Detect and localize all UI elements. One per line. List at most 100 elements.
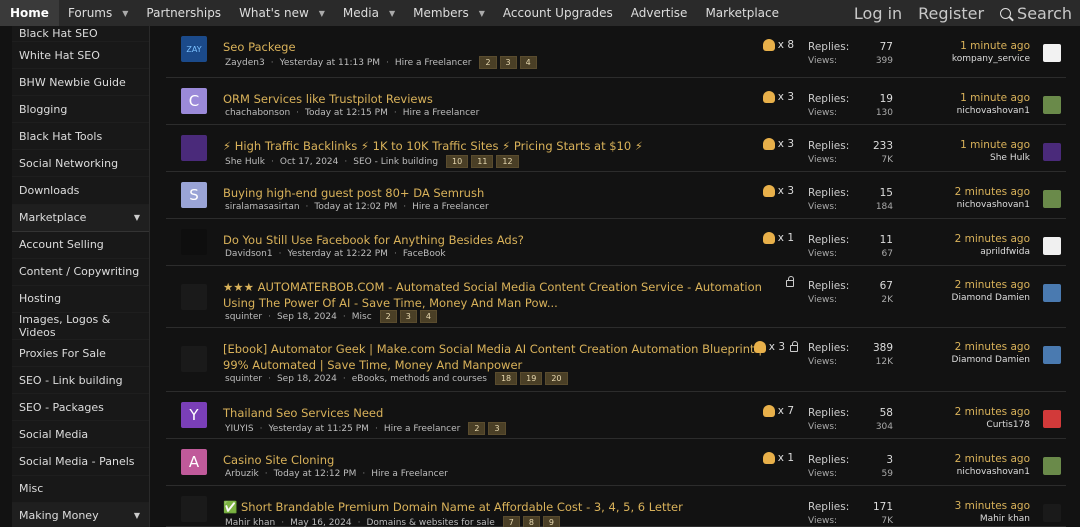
last-post-time[interactable]: 2 minutes ago <box>955 186 1030 200</box>
sidebar-item-blogging[interactable]: Blogging <box>12 96 149 124</box>
page-link[interactable]: 2 <box>479 56 497 69</box>
page-link[interactable]: 9 <box>542 516 561 527</box>
sidebar-item-social-networking[interactable]: Social Networking <box>12 150 149 178</box>
last-post-user[interactable]: nichovashovan1 <box>955 200 1030 214</box>
page-link[interactable]: 20 <box>545 372 568 385</box>
thread-author[interactable]: Davidson1 <box>225 249 273 259</box>
thread-author[interactable]: Mahir khan <box>225 518 275 527</box>
last-poster-avatar[interactable] <box>1043 284 1061 302</box>
thread-avatar[interactable] <box>181 496 207 522</box>
thread-avatar[interactable]: A <box>181 449 207 475</box>
last-post-user[interactable]: Diamond Damien <box>952 355 1030 369</box>
sidebar-item-white-hat-seo[interactable]: White Hat SEO <box>12 42 149 70</box>
last-post-time[interactable]: 2 minutes ago <box>955 453 1030 467</box>
sidebar-item-making-money[interactable]: Making Money ▼ <box>12 502 149 527</box>
last-post-time[interactable]: 1 minute ago <box>960 139 1030 153</box>
nav-item-account-upgrades[interactable]: Account Upgrades <box>494 0 622 26</box>
last-post-time[interactable]: 2 minutes ago <box>952 341 1030 355</box>
page-link[interactable]: 4 <box>419 310 437 323</box>
page-link[interactable]: 3 <box>399 310 417 323</box>
last-poster-avatar[interactable] <box>1043 96 1061 114</box>
thread-date[interactable]: May 16, 2024 <box>290 518 352 527</box>
thread-author[interactable]: She Hulk <box>225 157 265 167</box>
thread-title-link[interactable]: Thailand Seo Services Need <box>223 405 773 421</box>
last-post-time[interactable]: 1 minute ago <box>957 92 1030 106</box>
chevron-down-icon[interactable]: ▼ <box>319 9 325 18</box>
thread-author[interactable]: Zayden3 <box>225 58 265 68</box>
sidebar-item-content-copywriting[interactable]: Content / Copywriting <box>12 259 149 286</box>
register-link[interactable]: Register <box>910 0 992 26</box>
chevron-down-icon[interactable]: ▼ <box>122 9 128 18</box>
page-link[interactable]: 10 <box>446 155 469 168</box>
thread-author[interactable]: siralamasasirtan <box>225 202 300 212</box>
thread-forum[interactable]: FaceBook <box>403 249 446 259</box>
nav-item-partnerships[interactable]: Partnerships <box>137 0 230 26</box>
last-poster-avatar[interactable] <box>1043 44 1061 62</box>
sidebar-item-hosting[interactable]: Hosting <box>12 286 149 313</box>
search-button[interactable]: Search <box>992 0 1080 26</box>
last-post-user[interactable]: kompany_service <box>952 54 1030 68</box>
last-poster-avatar[interactable] <box>1043 237 1061 255</box>
thread-avatar[interactable] <box>181 284 207 310</box>
thread-title-link[interactable]: Seo Packege <box>223 39 773 55</box>
page-link[interactable]: 12 <box>496 155 519 168</box>
page-link[interactable]: 4 <box>519 56 537 69</box>
thread-title-link[interactable]: ★★★ AUTOMATERBOB.COM - Automated Social … <box>223 279 773 311</box>
thread-title-link[interactable]: Casino Site Cloning <box>223 452 773 468</box>
thread-author[interactable]: squinter <box>225 374 262 384</box>
thread-forum[interactable]: Hire a Freelancer <box>403 108 480 118</box>
page-link[interactable]: 8 <box>522 516 540 527</box>
thread-title-link[interactable]: [Ebook] Automator Geek | Make.com Social… <box>223 341 773 373</box>
last-post-user[interactable]: nichovashovan1 <box>955 467 1030 481</box>
page-link[interactable]: 3 <box>499 56 517 69</box>
page-link[interactable]: 2 <box>468 422 486 435</box>
thread-date[interactable]: Yesterday at 11:25 PM <box>268 424 368 434</box>
chevron-down-icon[interactable]: ▼ <box>134 511 140 520</box>
sidebar-item-black-hat-tools[interactable]: Black Hat Tools <box>12 123 149 151</box>
thread-forum[interactable]: Hire a Freelancer <box>371 469 448 479</box>
nav-item-marketplace[interactable]: Marketplace <box>696 0 788 26</box>
sidebar-item-downloads[interactable]: Downloads <box>12 177 149 205</box>
thread-date[interactable]: Today at 12:02 PM <box>314 202 397 212</box>
thread-author[interactable]: chachabonson <box>225 108 290 118</box>
page-link[interactable]: 11 <box>471 155 494 168</box>
nav-item-media[interactable]: Media ▼ <box>334 0 404 26</box>
last-post-time[interactable]: 2 minutes ago <box>955 233 1030 247</box>
nav-item-what-s-new[interactable]: What's new ▼ <box>230 0 334 26</box>
sidebar-item-black-hat-seo[interactable]: Black Hat SEO <box>12 26 149 42</box>
thread-date[interactable]: Today at 12:12 PM <box>274 469 357 479</box>
thread-title-link[interactable]: Do You Still Use Facebook for Anything B… <box>223 232 773 248</box>
sidebar-item-bhw-newbie-guide[interactable]: BHW Newbie Guide <box>12 69 149 97</box>
last-poster-avatar[interactable] <box>1043 504 1061 522</box>
thread-date[interactable]: Oct 17, 2024 <box>280 157 339 167</box>
last-post-user[interactable]: She Hulk <box>960 153 1030 167</box>
thread-forum[interactable]: Hire a Freelancer <box>395 58 472 68</box>
thread-avatar[interactable]: S <box>181 182 207 208</box>
chevron-down-icon[interactable]: ▼ <box>389 9 395 18</box>
thread-forum[interactable]: Hire a Freelancer <box>384 424 461 434</box>
thread-title-link[interactable]: ⚡ High Traffic Backlinks ⚡ 1K to 10K Tra… <box>223 138 773 154</box>
thread-title-link[interactable]: Buying high-end guest post 80+ DA Semrus… <box>223 185 773 201</box>
sidebar-item-social-media-panels[interactable]: Social Media - Panels <box>12 448 149 476</box>
last-poster-avatar[interactable] <box>1043 346 1061 364</box>
thread-forum[interactable]: eBooks, methods and courses <box>352 374 487 384</box>
nav-item-members[interactable]: Members ▼ <box>404 0 494 26</box>
sidebar-item-seo-packages[interactable]: SEO - Packages <box>12 394 149 422</box>
sidebar-item-misc[interactable]: Misc <box>12 476 149 503</box>
page-link[interactable]: 3 <box>488 422 506 435</box>
last-post-time[interactable]: 3 minutes ago <box>955 500 1030 514</box>
sidebar-item-proxies-for-sale[interactable]: Proxies For Sale <box>12 340 149 368</box>
last-poster-avatar[interactable] <box>1043 410 1061 428</box>
last-post-user[interactable]: Diamond Damien <box>952 293 1030 307</box>
page-link[interactable]: 7 <box>502 516 520 527</box>
thread-date[interactable]: Sep 18, 2024 <box>277 312 337 322</box>
thread-forum[interactable]: Hire a Freelancer <box>412 202 489 212</box>
last-poster-avatar[interactable] <box>1043 190 1061 208</box>
last-post-user[interactable]: Mahir khan <box>955 514 1030 527</box>
nav-item-home[interactable]: Home <box>0 0 59 26</box>
thread-avatar[interactable] <box>181 229 207 255</box>
thread-date[interactable]: Yesterday at 11:13 PM <box>280 58 380 68</box>
last-post-user[interactable]: nichovashovan1 <box>957 106 1030 120</box>
chevron-down-icon[interactable]: ▼ <box>134 213 140 222</box>
thread-title-link[interactable]: ✅ Short Brandable Premium Domain Name at… <box>223 499 773 515</box>
